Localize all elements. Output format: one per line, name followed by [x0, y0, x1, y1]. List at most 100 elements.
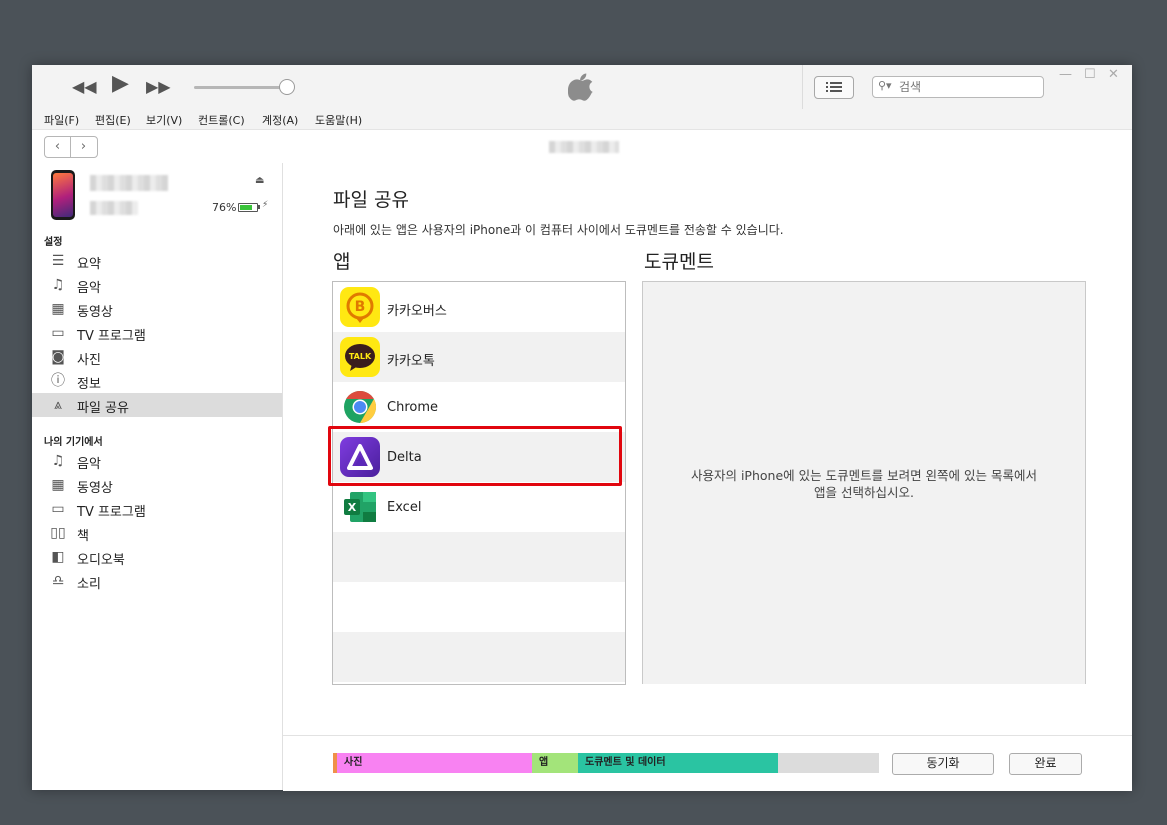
list-item[interactable]: TALK 카카오톡 [333, 332, 625, 382]
previous-track-button[interactable]: ◀◀ [72, 77, 97, 97]
sync-button[interactable]: 동기화 [892, 753, 994, 775]
search-field[interactable]: ⚲▾ [872, 76, 1044, 98]
excel-icon: X [340, 487, 380, 527]
navigation-bar: ‹ › [32, 130, 1132, 164]
maximize-button[interactable]: ☐ [1084, 67, 1096, 82]
play-button[interactable]: ▶ [112, 73, 129, 95]
storage-bar: 사진 앱 도큐멘트 및 데이터 [333, 753, 879, 773]
documents-pane: 사용자의 iPhone에 있는 도큐멘트를 보려면 왼쪽에 있는 목록에서 앱을… [642, 281, 1086, 684]
list-item[interactable]: X Excel [333, 482, 625, 532]
storage-segment: 도큐멘트 및 데이터 [578, 753, 778, 773]
app-label: 카카오버스 [387, 304, 447, 319]
sidebar-item-device-audiobooks[interactable]: ◧ 오디오북 [32, 545, 282, 569]
list-icon [826, 82, 842, 92]
menu-account[interactable]: 계정(A) [262, 112, 298, 128]
tv-icon: ▭ [51, 501, 65, 517]
sidebar-item-device-music[interactable]: ♫ 음악 [32, 449, 282, 473]
camera-icon: ◙ [51, 349, 65, 365]
svg-text:B: B [355, 299, 366, 315]
list-item[interactable]: B 카카오버스 [333, 282, 625, 332]
empty-row [333, 532, 625, 582]
sidebar-item-file-sharing[interactable]: ⩓ 파일 공유 [32, 393, 282, 417]
device-capacity-redacted [90, 201, 138, 215]
back-button[interactable]: ‹ [45, 137, 71, 157]
app-label: Chrome [387, 400, 438, 415]
sidebar-item-movies[interactable]: ▦ 동영상 [32, 297, 282, 321]
forward-button[interactable]: › [71, 137, 96, 157]
sidebar-item-device-books[interactable]: ▯▯ 책 [32, 521, 282, 545]
list-view-button[interactable] [814, 76, 854, 99]
device-name-redacted [90, 175, 168, 191]
storage-segment: 앱 [532, 753, 578, 773]
battery-tip [258, 205, 260, 209]
battery-icon [238, 203, 258, 212]
menu-file[interactable]: 파일(F) [44, 112, 79, 128]
sidebar-item-device-movies[interactable]: ▦ 동영상 [32, 473, 282, 497]
sidebar-item-info[interactable]: ⓘ 정보 [32, 369, 282, 393]
bell-icon: ♎ [51, 573, 65, 589]
nav-buttons: ‹ › [44, 136, 98, 158]
kakaotalk-icon: TALK [340, 337, 380, 377]
book-icon: ▯▯ [50, 525, 66, 541]
music-icon: ♫ [51, 453, 65, 469]
toolbar: ◀◀ ▶ ▶▶ ⚲▾ — ☐ ✕ [32, 65, 1132, 110]
volume-slider-knob[interactable] [279, 79, 295, 95]
sidebar-item-label: 소리 [77, 577, 101, 592]
sidebar-item-label: 음악 [77, 457, 101, 472]
sidebar-item-label: 음악 [77, 281, 101, 296]
next-track-button[interactable]: ▶▶ [146, 77, 171, 97]
documents-column-header: 도큐멘트 [644, 251, 714, 273]
kakaobus-icon: B [340, 287, 380, 327]
menu-controls[interactable]: 컨트롤(C) [198, 112, 245, 128]
main-content: 파일 공유 아래에 있는 앱은 사용자의 iPhone과 이 컴퓨터 사이에서 … [283, 163, 1132, 791]
app-store-icon: ⩓ [54, 397, 62, 413]
documents-message-line2: 앱을 선택하십시오. [814, 485, 914, 500]
sidebar-item-device-tones[interactable]: ♎ 소리 [32, 569, 282, 593]
menu-view[interactable]: 보기(V) [146, 112, 182, 128]
sidebar-item-summary[interactable]: ☰ 요약 [32, 249, 282, 273]
apps-column-header: 앱 [333, 251, 351, 273]
battery-percent: 76% [212, 201, 237, 214]
storage-segment [778, 753, 879, 773]
settings-section-header: 설정 [44, 237, 63, 248]
sidebar-item-label: 책 [77, 529, 89, 544]
sidebar-item-music[interactable]: ♫ 음악 [32, 273, 282, 297]
highlight-box [328, 426, 622, 486]
kakaotalk-icon-text: TALK [349, 352, 372, 361]
documents-empty-message: 사용자의 iPhone에 있는 도큐멘트를 보려면 왼쪽에 있는 목록에서 앱을… [643, 467, 1085, 501]
sidebar-item-tv-shows[interactable]: ▭ TV 프로그램 [32, 321, 282, 345]
sidebar: ⏏ 76% ⚡ 설정 ☰ 요약 ♫ 음악 ▦ 동영상 ▭ TV 프로그램 ◙ 사… [32, 163, 283, 790]
close-button[interactable]: ✕ [1108, 67, 1119, 82]
chrome-icon [340, 387, 380, 427]
documents-message-line1: 사용자의 iPhone에 있는 도큐멘트를 보려면 왼쪽에 있는 목록에서 [690, 468, 1037, 483]
iphone-icon [51, 170, 75, 220]
menu-edit[interactable]: 편집(E) [95, 112, 131, 128]
sidebar-item-label: 동영상 [77, 481, 113, 496]
menu-help[interactable]: 도움말(H) [315, 112, 362, 128]
minimize-button[interactable]: — [1059, 67, 1072, 82]
bottom-bar: 사진 앱 도큐멘트 및 데이터 동기화 완료 [283, 735, 1132, 791]
sidebar-item-label: 오디오북 [77, 553, 125, 568]
menu-bar: 파일(F) 편집(E) 보기(V) 컨트롤(C) 계정(A) 도움말(H) [32, 109, 1132, 130]
volume-slider[interactable] [194, 86, 286, 89]
excel-icon-text: X [348, 501, 357, 514]
search-input[interactable] [899, 79, 1037, 94]
itunes-window: ◀◀ ▶ ▶▶ ⚲▾ — ☐ ✕ 파일(F) 편집(E) 보기(V) 컨트롤(C… [32, 65, 1132, 791]
film-icon: ▦ [51, 477, 65, 493]
page-description: 아래에 있는 앱은 사용자의 iPhone과 이 컴퓨터 사이에서 도큐멘트를 … [333, 223, 784, 237]
sidebar-item-label: 정보 [77, 377, 101, 392]
list-item[interactable]: Chrome [333, 382, 625, 432]
my-device-section-header: 나의 기기에서 [44, 437, 103, 448]
sidebar-item-label: TV 프로그램 [77, 505, 146, 520]
charging-icon: ⚡ [262, 200, 269, 210]
sidebar-item-device-tv-shows[interactable]: ▭ TV 프로그램 [32, 497, 282, 521]
sidebar-item-label: TV 프로그램 [77, 329, 146, 344]
audiobook-icon: ◧ [51, 549, 65, 565]
page-title: 파일 공유 [333, 189, 409, 211]
eject-icon[interactable]: ⏏ [255, 175, 264, 186]
storage-segment: 사진 [337, 753, 532, 773]
app-label: 카카오톡 [387, 354, 435, 369]
tv-icon: ▭ [51, 325, 65, 341]
sidebar-item-photos[interactable]: ◙ 사진 [32, 345, 282, 369]
done-button[interactable]: 완료 [1009, 753, 1082, 775]
